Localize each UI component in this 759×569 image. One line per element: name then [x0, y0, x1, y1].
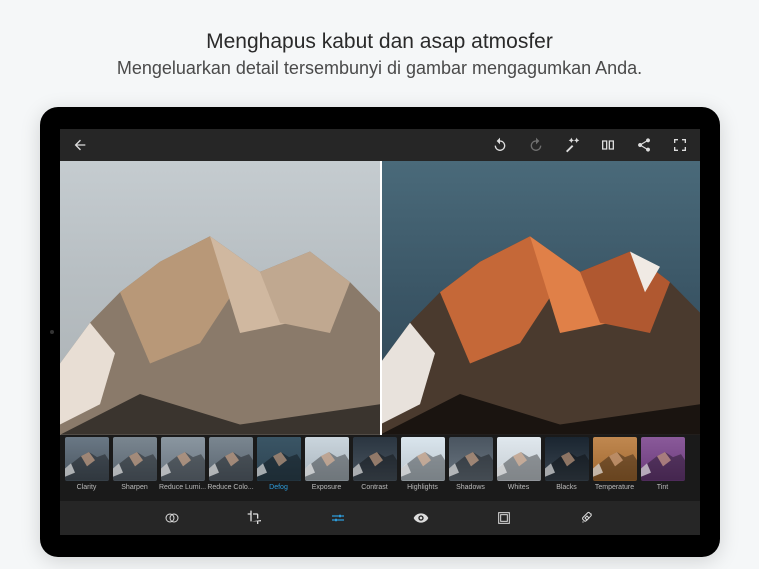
compare-button[interactable] [598, 135, 618, 155]
adjustment-thumb-reduce-lumi[interactable]: Reduce Lumi... [160, 437, 206, 491]
adjustment-thumb-blacks[interactable]: Blacks [544, 437, 590, 491]
looks-tool[interactable] [162, 508, 182, 528]
adjustment-label: Blacks [556, 484, 577, 491]
adjustment-thumb-tint[interactable]: Tint [640, 437, 686, 491]
redo-button[interactable] [526, 135, 546, 155]
share-button[interactable] [634, 135, 654, 155]
compare-divider[interactable] [380, 161, 382, 435]
photo-canvas[interactable] [60, 161, 700, 435]
auto-enhance-button[interactable] [562, 135, 582, 155]
adjustment-thumb-contrast[interactable]: Contrast [352, 437, 398, 491]
adjustment-label: Shadows [456, 484, 485, 491]
promo-subheadline: Mengeluarkan detail tersembunyi di gamba… [117, 58, 642, 79]
adjustment-label: Highlights [407, 484, 438, 491]
back-button[interactable] [70, 135, 90, 155]
bottom-toolbar [60, 501, 700, 535]
heal-tool[interactable] [577, 508, 597, 528]
adjustment-label: Contrast [361, 484, 387, 491]
adjustment-label: Temperature [595, 484, 634, 491]
redeye-tool[interactable] [411, 508, 431, 528]
adjustment-label: Tint [657, 484, 668, 491]
adjustment-label: Whites [508, 484, 529, 491]
adjustment-thumb-clarity[interactable]: Clarity [64, 437, 110, 491]
adjustment-thumb-exposure[interactable]: Exposure [304, 437, 350, 491]
adjustment-thumb-shadows[interactable]: Shadows [448, 437, 494, 491]
promo-headline: Menghapus kabut dan asap atmosfer [206, 30, 553, 54]
app-screen: Clarity Sharpen Reduce Lumi... Reduce Co… [60, 129, 700, 535]
fullscreen-button[interactable] [670, 135, 690, 155]
adjustment-label: Defog [269, 484, 288, 491]
before-image [60, 161, 380, 435]
adjustment-thumb-defog[interactable]: Defog [256, 437, 302, 491]
adjustment-thumb-temperature[interactable]: Temperature [592, 437, 638, 491]
adjustment-thumb-reduce-colo[interactable]: Reduce Colo... [208, 437, 254, 491]
border-tool[interactable] [494, 508, 514, 528]
undo-button[interactable] [490, 135, 510, 155]
adjustment-label: Reduce Colo... [207, 484, 253, 491]
top-toolbar [60, 129, 700, 161]
adjustment-label: Reduce Lumi... [159, 484, 206, 491]
adjustment-label: Clarity [77, 484, 97, 491]
after-image [380, 161, 700, 435]
tablet-frame: Clarity Sharpen Reduce Lumi... Reduce Co… [40, 107, 720, 557]
adjustment-thumb-whites[interactable]: Whites [496, 437, 542, 491]
adjustment-label: Exposure [312, 484, 342, 491]
adjustment-thumb-highlights[interactable]: Highlights [400, 437, 446, 491]
crop-tool[interactable] [245, 508, 265, 528]
adjustment-filmstrip: Clarity Sharpen Reduce Lumi... Reduce Co… [60, 435, 700, 501]
adjust-tool[interactable] [328, 508, 348, 528]
adjustment-label: Sharpen [121, 484, 147, 491]
adjustment-thumb-sharpen[interactable]: Sharpen [112, 437, 158, 491]
